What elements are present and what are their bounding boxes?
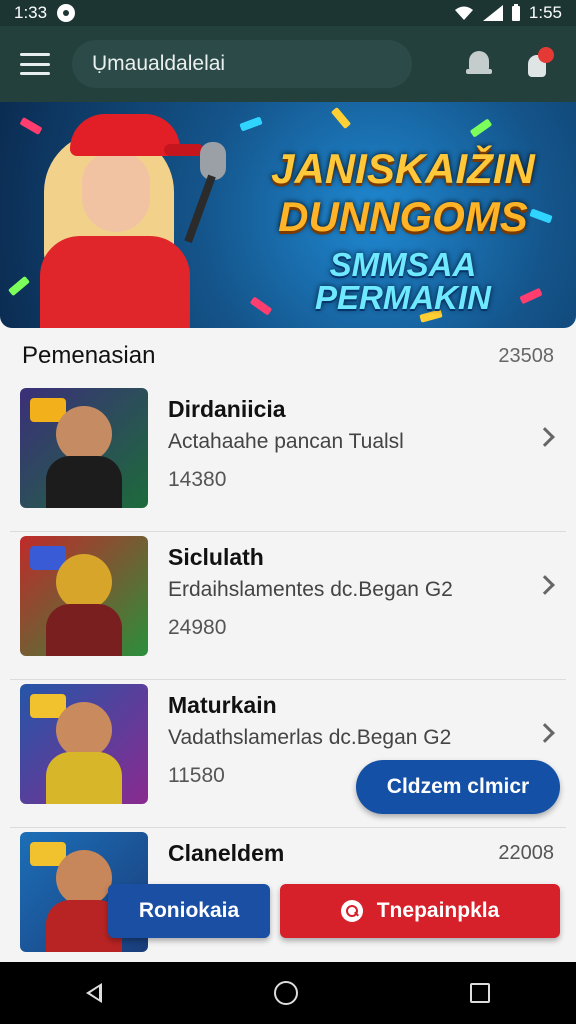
status-left: 1:33	[14, 3, 76, 23]
item-title: Siclulath	[168, 544, 264, 570]
menu-icon[interactable]	[20, 53, 50, 75]
status-time-right: 1:55	[528, 3, 562, 22]
microphone-icon	[200, 142, 226, 180]
primary-button[interactable]: Tnepainpkla	[280, 884, 560, 938]
list-item[interactable]: Siclulath Erdaihslamentes dc.Began G2 24…	[10, 532, 566, 680]
item-right-value: 22008	[498, 842, 554, 864]
status-right: 1:55	[453, 3, 562, 23]
confetti	[330, 107, 352, 129]
app-bar-actions	[462, 47, 562, 81]
item-subtitle: Erdaihslamentes dc.Began G2	[168, 578, 453, 601]
banner-title-line1: JANISKAIŽIN	[271, 145, 535, 192]
bell-icon[interactable]	[462, 47, 496, 81]
app-bar: Ụmaualdalelai	[0, 26, 576, 102]
item-thumbnail	[20, 536, 148, 656]
notification-dot-icon	[57, 4, 76, 22]
item-value: 14380	[168, 468, 227, 491]
promo-banner[interactable]: JANISKAIŽIN DUNNGOMS SMMSAA PERMAKIN	[0, 102, 576, 328]
floating-action-button[interactable]: Cldzem clmicr	[356, 760, 560, 814]
section-title: Pemenasian	[22, 342, 156, 369]
banner-title-line2: DUNNGOMS	[278, 193, 528, 240]
chevron-right-icon[interactable]	[535, 427, 555, 447]
back-icon[interactable]	[86, 983, 102, 1003]
item-title: Claneldem	[168, 840, 285, 866]
status-time-left: 1:33	[14, 3, 48, 22]
floating-action-label: Cldzem clmicr	[386, 775, 530, 798]
list-item[interactable]: Dirdaniicia Actahaahe pancan Tualsl 1438…	[10, 384, 566, 532]
section-count: 23508	[498, 344, 554, 367]
item-thumbnail	[20, 388, 148, 508]
search-bar[interactable]: Ụmaualdalelai	[72, 40, 412, 88]
home-icon[interactable]	[274, 981, 298, 1005]
search-icon	[340, 900, 363, 922]
item-title: Dirdaniicia	[168, 396, 286, 422]
secondary-button[interactable]: Roniokaia	[108, 884, 270, 938]
confetti	[239, 116, 263, 132]
item-thumbnail	[20, 684, 148, 804]
battery-icon	[511, 4, 520, 21]
primary-button-label: Tnepainpkla	[376, 899, 500, 922]
status-bar: 1:33 1:55	[0, 0, 576, 26]
chevron-right-icon[interactable]	[535, 575, 555, 595]
item-title: Maturkain	[168, 692, 277, 718]
host-illustration	[30, 102, 226, 328]
item-value: 11580	[168, 764, 225, 787]
confetti	[469, 118, 493, 138]
wifi-icon	[454, 6, 473, 20]
system-nav-bar	[0, 962, 576, 1024]
section-header: Pemenasian 23508	[0, 328, 576, 384]
chevron-right-icon[interactable]	[535, 723, 555, 743]
notification-badge	[538, 47, 554, 63]
bulb-icon[interactable]	[522, 47, 556, 81]
recent-apps-icon[interactable]	[470, 983, 490, 1003]
item-subtitle: Vadathslamerlas dc.Began G2	[168, 726, 452, 749]
search-text: Ụmaualdalelai	[92, 52, 226, 75]
item-subtitle: Actahaahe pancan Tualsl	[168, 430, 404, 453]
banner-title-line3: SMMSAA PERMAKIN	[314, 246, 491, 316]
confetti	[8, 275, 30, 297]
item-value: 24980	[168, 616, 227, 639]
signal-icon	[482, 5, 503, 21]
secondary-button-label: Roniokaia	[138, 899, 240, 922]
